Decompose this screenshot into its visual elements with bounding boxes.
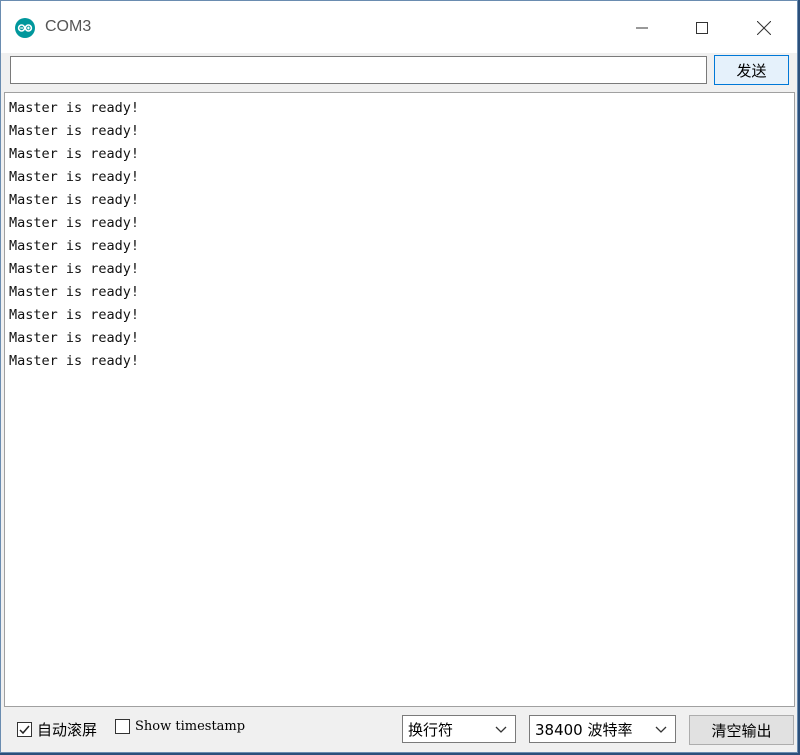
title-bar: COM3 (1, 1, 797, 53)
minimize-button[interactable] (619, 13, 665, 43)
output-line: Master is ready! (9, 192, 140, 208)
arduino-icon (15, 18, 35, 38)
output-line: Master is ready! (9, 215, 140, 231)
baud-rate-select[interactable]: 38400 波特率 (529, 715, 676, 743)
timestamp-checkbox[interactable]: Show timestamp (115, 719, 245, 734)
maximize-button[interactable] (679, 13, 725, 43)
timestamp-label: Show timestamp (135, 719, 246, 734)
output-lines: Master is ready! Master is ready! Master i… (9, 97, 139, 373)
clear-output-button[interactable]: 清空输出 (689, 715, 794, 745)
serial-output[interactable]: Master is ready! Master is ready! Master i… (4, 92, 795, 707)
output-line: Master is ready! (9, 169, 140, 185)
output-line: Master is ready! (9, 100, 140, 116)
output-line: Master is ready! (9, 238, 140, 254)
chevron-down-icon (655, 726, 667, 733)
footer-bar: 自动滚屏 Show timestamp 换行符 38400 波特率 清空输出 (1, 707, 797, 752)
timestamp-checkbox-box[interactable] (115, 719, 130, 734)
chevron-down-icon (495, 726, 507, 733)
serial-input[interactable] (10, 56, 707, 84)
output-line: Master is ready! (9, 123, 140, 139)
output-line: Master is ready! (9, 307, 140, 323)
window-title: COM3 (45, 18, 92, 35)
serial-monitor-window: COM3 发送 Master is ready! Master is ready!… (0, 0, 798, 753)
autoscroll-checkbox-box[interactable] (17, 722, 32, 737)
maximize-icon (696, 22, 708, 34)
output-line: Master is ready! (9, 353, 140, 369)
output-line: Master is ready! (9, 146, 140, 162)
output-line: Master is ready! (9, 261, 140, 277)
line-ending-select[interactable]: 换行符 (402, 715, 516, 743)
send-button[interactable]: 发送 (714, 55, 789, 85)
baud-rate-value: 38400 波特率 (535, 720, 633, 739)
minimize-icon (636, 27, 648, 29)
close-icon (757, 21, 771, 35)
checkmark-icon (19, 725, 30, 735)
output-line: Master is ready! (9, 330, 140, 346)
send-row: 发送 (1, 53, 797, 91)
autoscroll-checkbox[interactable]: 自动滚屏 (17, 719, 97, 740)
autoscroll-label: 自动滚屏 (37, 721, 98, 739)
close-button[interactable] (741, 13, 787, 43)
output-line: Master is ready! (9, 284, 140, 300)
line-ending-value: 换行符 (408, 720, 454, 739)
